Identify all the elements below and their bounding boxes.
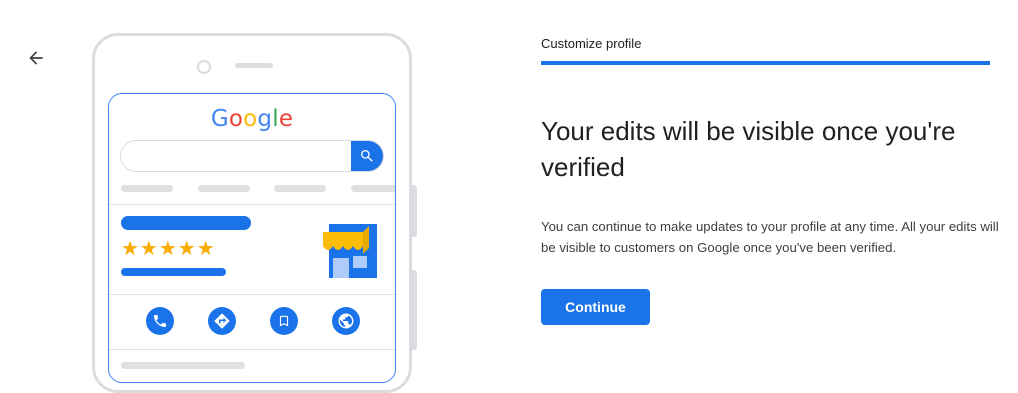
storefront-icon — [323, 224, 377, 278]
phone-screen: Google ★★★★★ — [108, 93, 396, 383]
phone-icon — [154, 315, 166, 327]
arrow-back-icon — [29, 51, 43, 65]
phone-side-button — [412, 185, 417, 237]
screen-divider — [109, 204, 395, 205]
phone-camera — [197, 60, 211, 74]
phone-side-button — [412, 270, 417, 350]
placeholder-bar — [121, 185, 173, 192]
screen-divider — [109, 349, 395, 350]
logo-letter: G — [210, 106, 229, 132]
website-icon — [338, 313, 354, 329]
progress-bar — [541, 61, 990, 65]
placeholder-bar — [351, 185, 395, 192]
progress-bar-fill — [541, 61, 990, 65]
step-label: Customize profile — [541, 36, 642, 51]
google-logo: Google — [109, 106, 395, 132]
rating-stars: ★★★★★ — [121, 238, 216, 260]
page-description: You can continue to make updates to your… — [541, 219, 999, 255]
logo-letter: g — [257, 106, 273, 132]
placeholder-bar — [274, 185, 326, 192]
action-directions — [208, 307, 236, 335]
business-info-bar — [121, 268, 226, 276]
placeholder-bar — [121, 362, 245, 369]
placeholder-bar — [198, 185, 250, 192]
logo-letter: l — [272, 106, 279, 132]
illustration-search-button — [351, 141, 383, 171]
logo-letter: o — [228, 106, 244, 132]
illustration-search-bar — [120, 140, 384, 172]
action-save — [270, 307, 298, 335]
logo-letter: o — [243, 106, 258, 132]
back-button[interactable] — [22, 44, 50, 72]
action-call — [146, 307, 174, 335]
bookmark-icon — [279, 315, 289, 327]
screen-divider — [109, 294, 395, 295]
directions-icon — [214, 313, 230, 329]
phone-speaker — [235, 63, 273, 68]
continue-button[interactable]: Continue — [541, 289, 650, 325]
page-title: Your edits will be visible once you're v… — [541, 116, 956, 182]
action-website — [332, 307, 360, 335]
logo-letter: e — [278, 106, 294, 132]
search-icon — [361, 150, 373, 162]
business-name-bar — [121, 216, 251, 230]
